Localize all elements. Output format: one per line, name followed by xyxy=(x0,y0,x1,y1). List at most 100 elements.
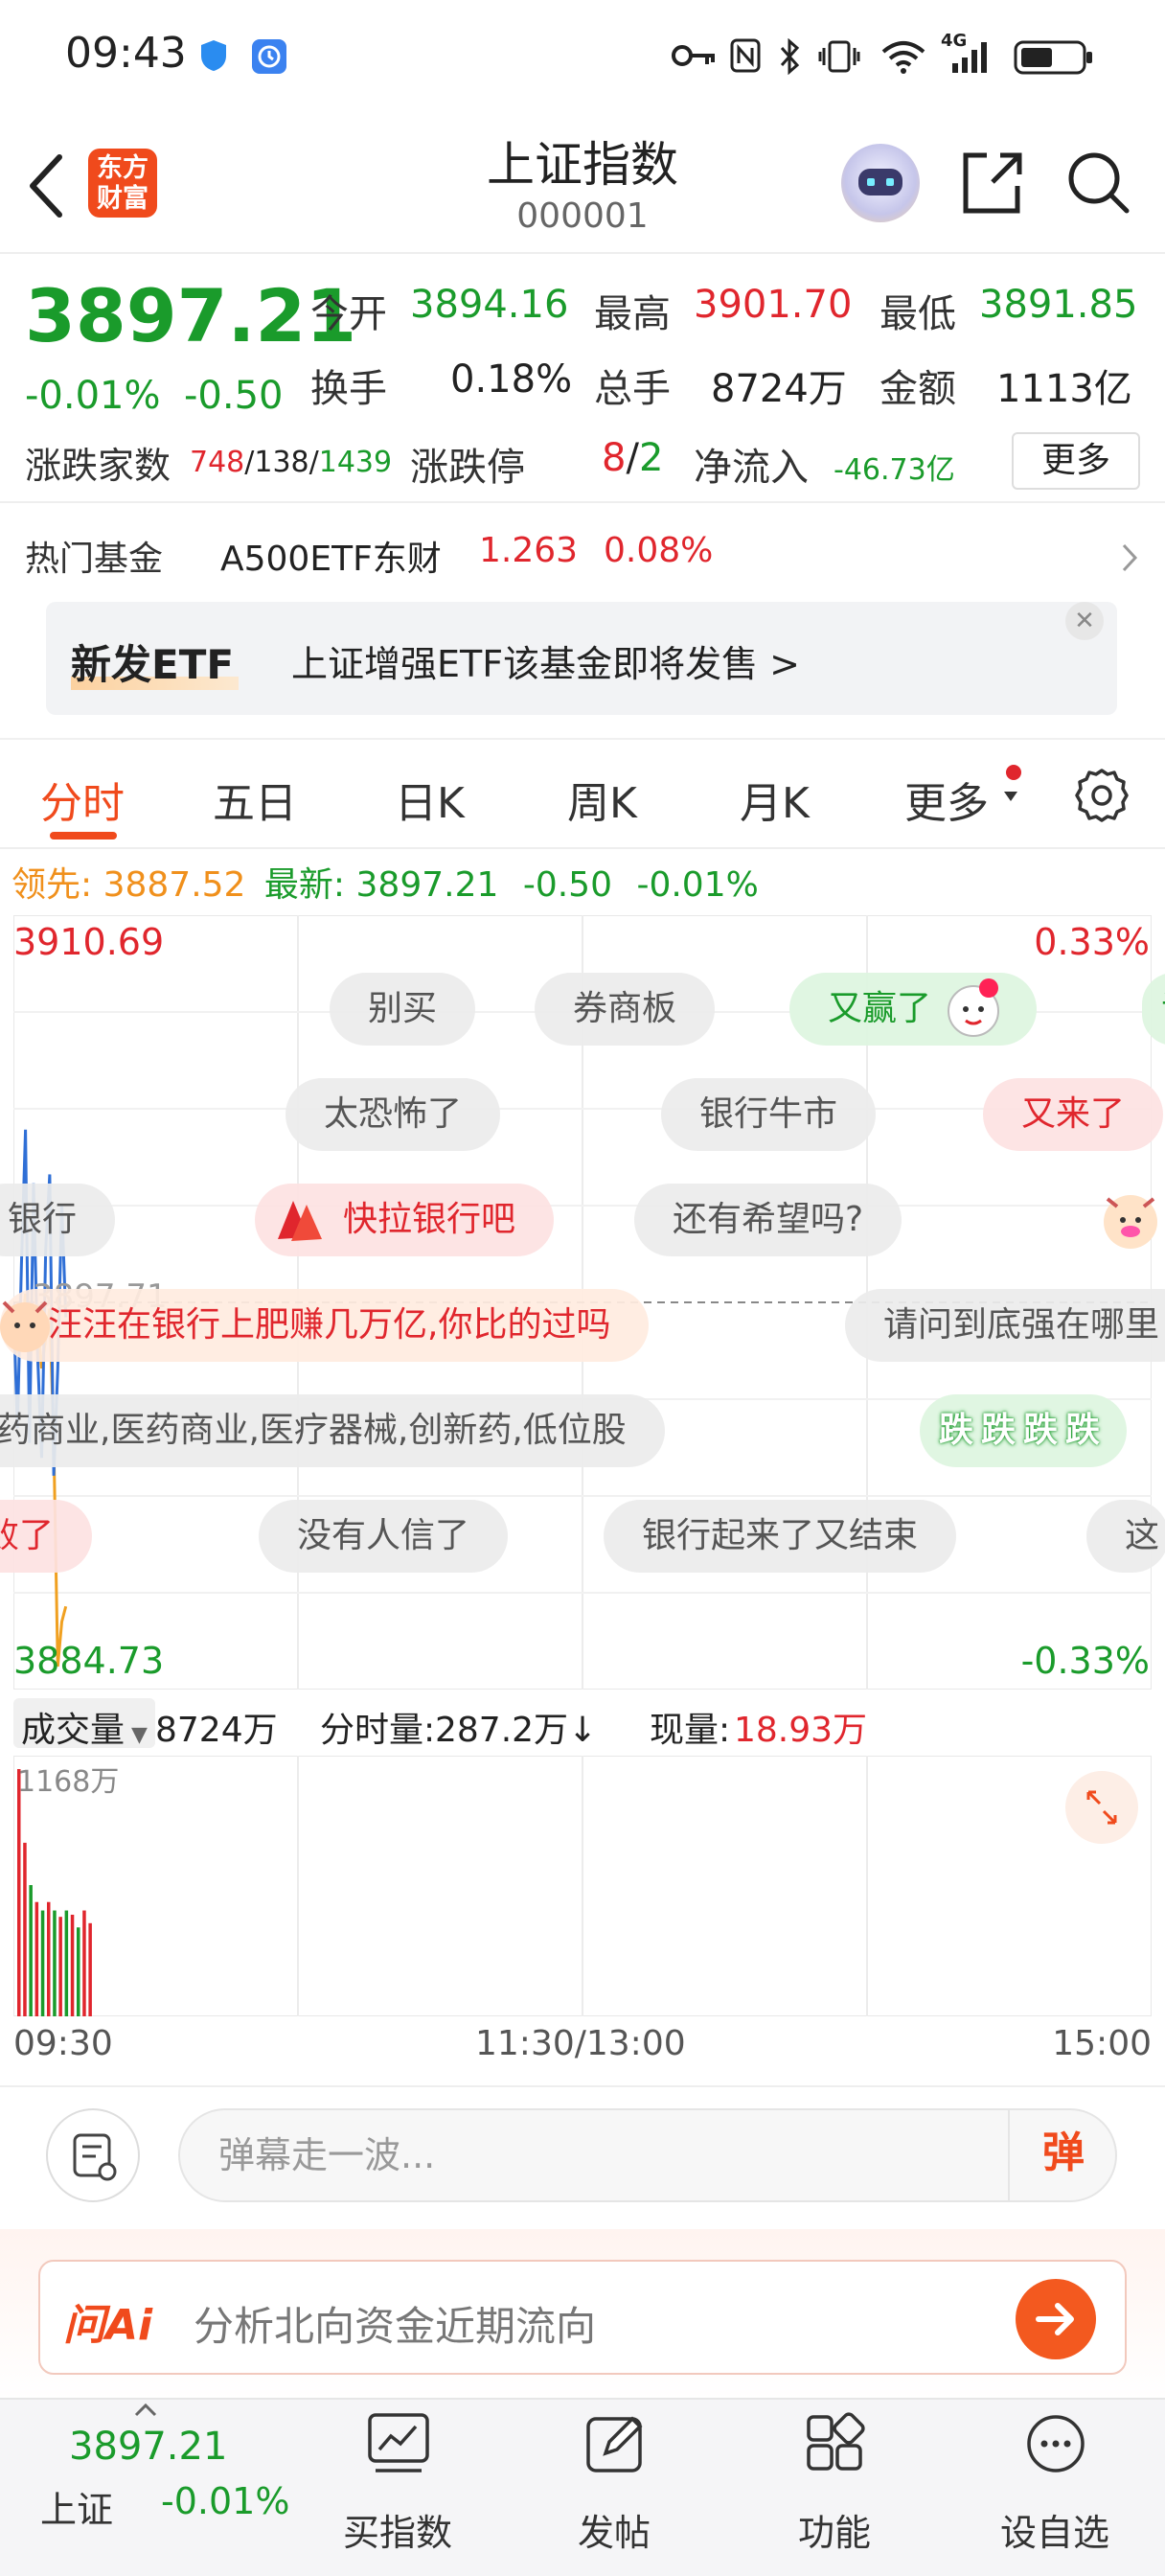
current-volume-label: 现量: xyxy=(650,1711,731,1750)
nav-label: 功能 xyxy=(797,2512,871,2554)
etf-banner[interactable]: 新发ETF 上证增强ETF该基金即将发售 > xyxy=(46,602,1117,715)
shield-icon xyxy=(201,40,226,71)
time-axis: 09:30 11:30/13:00 15:00 xyxy=(13,2024,1152,2072)
limit-label: 涨跌停 xyxy=(410,446,525,490)
cow-mascot-icon xyxy=(1104,1195,1157,1249)
danmaku-bubble[interactable]: 太恐怖了 xyxy=(286,1078,501,1151)
volume-bar xyxy=(77,1927,80,2016)
mascot-face-icon xyxy=(948,978,999,1037)
comment-settings-icon xyxy=(73,2133,117,2181)
volume-chart[interactable]: 1168万 xyxy=(12,1755,1153,2017)
danmaku-bubble[interactable]: 还有希望吗? xyxy=(634,1184,902,1256)
open-label: 今开 xyxy=(310,292,387,336)
nav-post[interactable]: 发帖 xyxy=(523,2400,705,2576)
danmaku-bubble[interactable]: 别买 xyxy=(330,973,476,1046)
bottom-nav: 3897.21 上证 -0.01% 买指数 发帖 功能 设自选 xyxy=(0,2398,1165,2576)
hot-fund-pct: 0.08% xyxy=(604,531,714,570)
volume-bar xyxy=(70,1914,75,2016)
intraday-chart[interactable]: 3910.69 0.33% 3884.73 -0.33% 3897.71 别买 … xyxy=(0,915,1165,1690)
volume-value: 8724万 xyxy=(711,367,847,411)
danmaku-toggle[interactable]: 弹 xyxy=(1008,2108,1117,2202)
edit-icon xyxy=(586,2416,643,2472)
ai-ask-box[interactable]: 问Ai 分析北向资金近期流向 xyxy=(38,2260,1127,2375)
close-icon[interactable]: ✕ xyxy=(1065,602,1104,640)
wifi-icon xyxy=(881,41,925,74)
ai-go-button[interactable] xyxy=(1016,2279,1096,2359)
arrow-right-icon xyxy=(1036,2303,1074,2335)
danmaku-bubble[interactable]: 汪汪在银行上肥赚几万亿,你比的过吗 xyxy=(0,1289,650,1362)
chart-pct-change: -0.01% xyxy=(636,865,759,905)
danmaku-input[interactable]: 弹幕走一波... xyxy=(178,2108,1117,2202)
comment-bar: 弹幕走一波... 弹 xyxy=(0,2085,1165,2202)
tab-weekly-k[interactable]: 周K xyxy=(567,769,637,830)
nav-functions[interactable]: 功能 xyxy=(743,2400,925,2576)
search-icon[interactable] xyxy=(1063,148,1132,217)
volume-bar xyxy=(64,1910,69,2016)
chart-abs-change: -0.50 xyxy=(522,865,612,905)
comment-settings-button[interactable] xyxy=(46,2108,140,2202)
nav-buy-index[interactable]: 买指数 xyxy=(307,2400,489,2576)
amount-value: 1113亿 xyxy=(996,367,1132,411)
volume-selector[interactable]: 成交量 ▼ xyxy=(13,1698,155,1750)
danmaku-bubble[interactable]: 败了 xyxy=(0,1500,93,1573)
tab-intraday[interactable]: 分时 xyxy=(40,769,125,830)
clock-app-icon xyxy=(252,39,286,74)
tab-five-day[interactable]: 五日 xyxy=(213,769,297,830)
ai-logo: 问Ai xyxy=(63,2301,153,2350)
y-bottom-pct-label: -0.33% xyxy=(1020,1640,1150,1682)
index-quick-view[interactable]: 3897.21 上证 -0.01% xyxy=(0,2400,307,2576)
danmaku-bubble[interactable]: 药商业,医药商业,医疗器械,创新药,低位股 xyxy=(0,1394,665,1467)
hot-fund-row[interactable]: 热门基金 A500ETF东财 1.263 0.08% xyxy=(0,518,1165,594)
breadth-flat: /138/ xyxy=(244,446,319,479)
danmaku-bubble[interactable]: 银行牛市 xyxy=(661,1078,877,1151)
volume-bar xyxy=(53,1910,57,2016)
nav-add-watchlist[interactable]: 设自选 xyxy=(964,2400,1146,2576)
vibrate-icon xyxy=(818,40,860,73)
latest-label: 最新: xyxy=(263,865,346,905)
tab-daily-k[interactable]: 日K xyxy=(395,769,465,830)
volume-grid xyxy=(12,1755,1153,2017)
share-icon[interactable] xyxy=(958,148,1025,217)
danmaku-bubble[interactable]: 银行起来了又结束 xyxy=(604,1500,957,1573)
tab-more[interactable]: 更多 xyxy=(904,769,989,830)
battery-icon xyxy=(1014,40,1092,75)
breadth-down: 1439 xyxy=(318,446,393,479)
header: 东方 财富 上证指数 000001 xyxy=(0,115,1165,254)
chart-trend-icon xyxy=(368,2413,429,2472)
expand-icon xyxy=(1086,1790,1117,1825)
nfc-icon xyxy=(730,38,761,73)
more-quote-button[interactable]: 更多 xyxy=(1012,432,1140,490)
volume-bar xyxy=(29,1885,33,2016)
gear-icon[interactable] xyxy=(1071,765,1132,826)
time-end: 15:00 xyxy=(1052,2024,1152,2063)
danmaku-bubble[interactable]: 这 xyxy=(1086,1500,1165,1573)
robot-avatar[interactable] xyxy=(841,144,920,222)
open-value: 3894.16 xyxy=(410,283,569,327)
danmaku-bubble[interactable]: 券商板 xyxy=(535,973,716,1046)
etf-tag: 新发ETF xyxy=(71,641,235,688)
limit-up: 8 xyxy=(602,436,627,480)
volume-total: 8724万 xyxy=(155,1711,278,1750)
danmaku-bubble[interactable]: 没有人信了 xyxy=(259,1500,509,1573)
amount-label: 金额 xyxy=(879,367,956,411)
volume-info-row: 成交量 ▼ 8724万 分时量: 287.2万↓ 现量: 18.93万 xyxy=(13,1698,1152,1752)
volume-bar xyxy=(23,1842,27,2016)
hot-fund-name: A500ETF东财 xyxy=(220,540,442,579)
y-top-label: 3910.69 xyxy=(13,921,165,963)
grid-icon xyxy=(807,2412,865,2471)
breadth-up: 748 xyxy=(190,446,245,479)
lead-label: 领先: xyxy=(11,865,93,905)
etf-banner-text: 上证增强ETF该基金即将发售 > xyxy=(291,643,800,685)
nav-label: 发帖 xyxy=(577,2512,651,2554)
volume-bars xyxy=(17,1769,92,2016)
volume-bar xyxy=(82,1910,86,2016)
volume-bar xyxy=(58,1917,62,2016)
tab-monthly-k[interactable]: 月K xyxy=(740,769,810,830)
nav-label: 买指数 xyxy=(342,2512,452,2554)
expand-button[interactable] xyxy=(1065,1771,1138,1844)
danmaku-bubble[interactable]: 银行 xyxy=(0,1184,116,1256)
danmaku-bubble[interactable]: 跌跌跌跌 xyxy=(920,1394,1128,1467)
danmaku-bubble[interactable]: 请问到底强在哪里 xyxy=(845,1289,1165,1362)
red-envelope-icon xyxy=(278,1201,322,1241)
danmaku-bubble[interactable]: 又来了 xyxy=(983,1078,1164,1151)
